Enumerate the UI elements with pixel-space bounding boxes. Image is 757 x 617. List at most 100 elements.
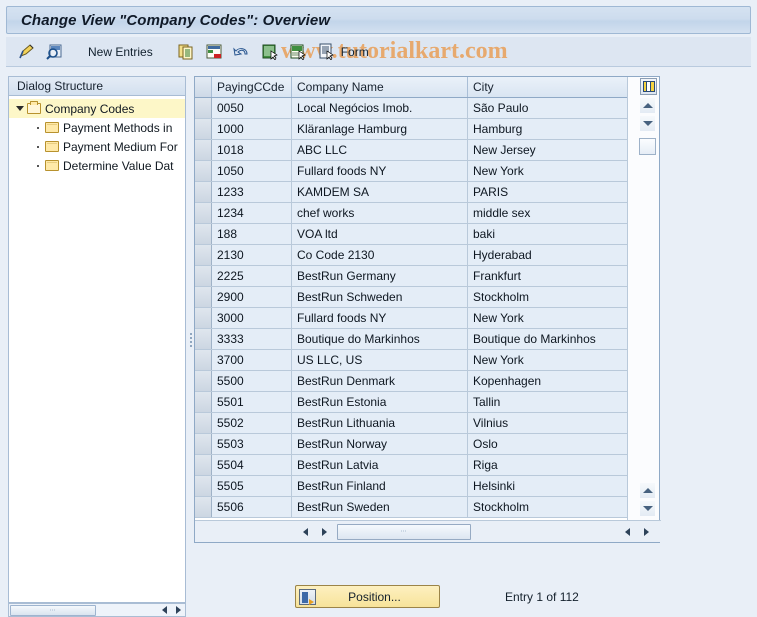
table-row[interactable]: 1050 Fullard foods NY New York: [195, 161, 629, 182]
cell-paying-ccde[interactable]: 2225: [212, 266, 292, 286]
sidebar-item-company-codes[interactable]: Company Codes: [9, 99, 185, 118]
table-row[interactable]: 1000 Kläranlage Hamburg Hamburg: [195, 119, 629, 140]
row-select-cell[interactable]: [195, 119, 212, 139]
cell-company-name[interactable]: Kläranlage Hamburg: [292, 119, 468, 139]
cell-company-name[interactable]: US LLC, US: [292, 350, 468, 370]
cell-city[interactable]: Stockholm: [468, 287, 629, 307]
cell-city[interactable]: PARIS: [468, 182, 629, 202]
row-select-cell[interactable]: [195, 203, 212, 223]
cell-paying-ccde[interactable]: 0050: [212, 98, 292, 118]
cell-paying-ccde[interactable]: 3700: [212, 350, 292, 370]
cell-company-name[interactable]: BestRun Denmark: [292, 371, 468, 391]
cell-company-name[interactable]: BestRun Norway: [292, 434, 468, 454]
cell-city[interactable]: Tallin: [468, 392, 629, 412]
row-select-cell[interactable]: [195, 392, 212, 412]
delete-row-button[interactable]: [201, 41, 227, 63]
row-select-cell[interactable]: [195, 287, 212, 307]
cell-company-name[interactable]: VOA ltd: [292, 224, 468, 244]
cell-city[interactable]: New York: [468, 161, 629, 181]
cell-company-name[interactable]: BestRun Sweden: [292, 497, 468, 517]
table-row[interactable]: 5505 BestRun Finland Helsinki: [195, 476, 629, 497]
cell-paying-ccde[interactable]: 3000: [212, 308, 292, 328]
table-row[interactable]: 2130 Co Code 2130 Hyderabad: [195, 245, 629, 266]
form-button[interactable]: Form: [313, 41, 379, 63]
cell-city[interactable]: New York: [468, 308, 629, 328]
cell-city[interactable]: Helsinki: [468, 476, 629, 496]
table-scroll-thumb[interactable]: [639, 138, 656, 155]
copy-as-button[interactable]: [173, 41, 199, 63]
cell-company-name[interactable]: Fullard foods NY: [292, 308, 468, 328]
expand-caret-icon[interactable]: [13, 102, 26, 115]
row-select-cell[interactable]: [195, 266, 212, 286]
table-row[interactable]: 5501 BestRun Estonia Tallin: [195, 392, 629, 413]
select-all-button[interactable]: [257, 41, 283, 63]
cell-paying-ccde[interactable]: 1000: [212, 119, 292, 139]
cell-city[interactable]: baki: [468, 224, 629, 244]
cell-company-name[interactable]: Co Code 2130: [292, 245, 468, 265]
hscroll-thumb[interactable]: ⋯: [337, 523, 471, 540]
table-row[interactable]: 2225 BestRun Germany Frankfurt: [195, 266, 629, 287]
cell-city[interactable]: Stockholm: [468, 497, 629, 517]
sidebar-horizontal-scrollbar[interactable]: ⋯: [8, 603, 186, 617]
table-row[interactable]: 5504 BestRun Latvia Riga: [195, 455, 629, 476]
cell-paying-ccde[interactable]: 1018: [212, 140, 292, 160]
cell-paying-ccde[interactable]: 5502: [212, 413, 292, 433]
cell-company-name[interactable]: BestRun Finland: [292, 476, 468, 496]
column-header-city[interactable]: City: [468, 77, 629, 97]
row-select-cell[interactable]: [195, 434, 212, 454]
row-select-cell[interactable]: [195, 98, 212, 118]
table-row[interactable]: 0050 Local Negócios Imob. São Paulo: [195, 98, 629, 119]
cell-company-name[interactable]: BestRun Latvia: [292, 455, 468, 475]
cell-paying-ccde[interactable]: 5503: [212, 434, 292, 454]
table-row[interactable]: 188 VOA ltd baki: [195, 224, 629, 245]
table-row[interactable]: 5502 BestRun Lithuania Vilnius: [195, 413, 629, 434]
undo-change-button[interactable]: [229, 41, 255, 63]
cell-city[interactable]: New Jersey: [468, 140, 629, 160]
cell-paying-ccde[interactable]: 2900: [212, 287, 292, 307]
cell-paying-ccde[interactable]: 5506: [212, 497, 292, 517]
cell-city[interactable]: Hyderabad: [468, 245, 629, 265]
cell-paying-ccde[interactable]: 3333: [212, 329, 292, 349]
cell-company-name[interactable]: ABC LLC: [292, 140, 468, 160]
scroll-down-top-button[interactable]: [640, 116, 655, 131]
table-row[interactable]: 3000 Fullard foods NY New York: [195, 308, 629, 329]
sidebar-scroll-right-button[interactable]: [171, 604, 185, 616]
sidebar-item-payment-methods[interactable]: Payment Methods in: [9, 118, 185, 137]
scroll-up-bottom-button[interactable]: [640, 483, 655, 498]
column-config-icon[interactable]: [640, 78, 657, 95]
cell-company-name[interactable]: Boutique do Markinhos: [292, 329, 468, 349]
sidebar-item-determine-value-date[interactable]: Determine Value Dat: [9, 156, 185, 175]
hscroll-left-button[interactable]: [297, 523, 314, 540]
row-select-cell[interactable]: [195, 329, 212, 349]
row-select-cell[interactable]: [195, 140, 212, 160]
cell-city[interactable]: New York: [468, 350, 629, 370]
cell-city[interactable]: Vilnius: [468, 413, 629, 433]
cell-company-name[interactable]: chef works: [292, 203, 468, 223]
row-select-cell[interactable]: [195, 245, 212, 265]
cell-company-name[interactable]: BestRun Schweden: [292, 287, 468, 307]
table-row[interactable]: 1234 chef works middle sex: [195, 203, 629, 224]
cell-paying-ccde[interactable]: 5501: [212, 392, 292, 412]
table-row[interactable]: 3333 Boutique do Markinhos Boutique do Mar…: [195, 329, 629, 350]
cell-paying-ccde[interactable]: 5504: [212, 455, 292, 475]
row-select-cell[interactable]: [195, 224, 212, 244]
cell-company-name[interactable]: BestRun Estonia: [292, 392, 468, 412]
column-header-paying-ccde[interactable]: PayingCCde: [212, 77, 292, 97]
scroll-down-bottom-button[interactable]: [640, 501, 655, 516]
row-select-cell[interactable]: [195, 182, 212, 202]
cell-city[interactable]: Frankfurt: [468, 266, 629, 286]
cell-city[interactable]: Hamburg: [468, 119, 629, 139]
cell-company-name[interactable]: Local Negócios Imob.: [292, 98, 468, 118]
cell-city[interactable]: Riga: [468, 455, 629, 475]
cell-city[interactable]: Boutique do Markinhos: [468, 329, 629, 349]
cell-city[interactable]: São Paulo: [468, 98, 629, 118]
sidebar-scroll-thumb[interactable]: ⋯: [10, 604, 96, 616]
sidebar-scroll-left-button[interactable]: [157, 604, 171, 616]
cell-city[interactable]: middle sex: [468, 203, 629, 223]
cell-paying-ccde[interactable]: 1234: [212, 203, 292, 223]
deselect-all-button[interactable]: [285, 41, 311, 63]
hscroll-page-left-button[interactable]: [619, 523, 636, 540]
table-row[interactable]: 5506 BestRun Sweden Stockholm: [195, 497, 629, 518]
row-select-cell[interactable]: [195, 497, 212, 517]
cell-city[interactable]: Oslo: [468, 434, 629, 454]
